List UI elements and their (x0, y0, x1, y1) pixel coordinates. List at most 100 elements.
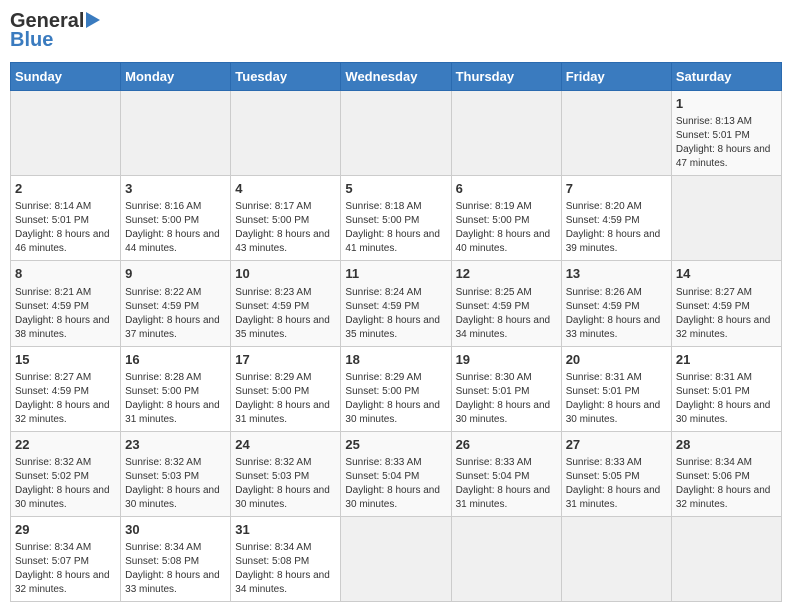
daylight-text: Daylight: 8 hours and 30 minutes. (125, 484, 226, 512)
calendar-cell: 30Sunrise: 8:34 AMSunset: 5:08 PMDayligh… (121, 516, 231, 601)
sunset-text: Sunset: 5:00 PM (125, 214, 226, 228)
logo-blue: Blue (10, 29, 53, 52)
header: General Blue (10, 10, 782, 52)
daylight-text: Daylight: 8 hours and 35 minutes. (345, 314, 446, 342)
daylight-text: Daylight: 8 hours and 47 minutes. (676, 143, 777, 171)
day-number: 6 (456, 180, 557, 198)
daylight-text: Daylight: 8 hours and 37 minutes. (125, 314, 226, 342)
calendar-cell: 28Sunrise: 8:34 AMSunset: 5:06 PMDayligh… (671, 431, 781, 516)
daylight-text: Daylight: 8 hours and 40 minutes. (456, 228, 557, 256)
sunset-text: Sunset: 4:59 PM (125, 300, 226, 314)
daylight-text: Daylight: 8 hours and 34 minutes. (456, 314, 557, 342)
sunrise-text: Sunrise: 8:31 AM (676, 371, 777, 385)
week-row-4: 22Sunrise: 8:32 AMSunset: 5:02 PMDayligh… (11, 431, 782, 516)
day-number: 30 (125, 521, 226, 539)
daylight-text: Daylight: 8 hours and 32 minutes. (676, 314, 777, 342)
sunrise-text: Sunrise: 8:22 AM (125, 286, 226, 300)
calendar-cell: 13Sunrise: 8:26 AMSunset: 4:59 PMDayligh… (561, 261, 671, 346)
logo: General Blue (10, 10, 100, 52)
sunset-text: Sunset: 5:00 PM (345, 385, 446, 399)
logo-arrow-icon (86, 12, 100, 28)
day-number: 26 (456, 436, 557, 454)
daylight-text: Daylight: 8 hours and 30 minutes. (345, 484, 446, 512)
calendar-cell (341, 516, 451, 601)
sunrise-text: Sunrise: 8:23 AM (235, 286, 336, 300)
calendar-cell: 4Sunrise: 8:17 AMSunset: 5:00 PMDaylight… (231, 176, 341, 261)
daylight-text: Daylight: 8 hours and 46 minutes. (15, 228, 116, 256)
sunrise-text: Sunrise: 8:32 AM (235, 456, 336, 470)
sunset-text: Sunset: 5:01 PM (566, 385, 667, 399)
sunrise-text: Sunrise: 8:31 AM (566, 371, 667, 385)
calendar-cell: 6 Sunrise: 8:19 AMSunset: 5:00 PMDaylight… (451, 176, 561, 261)
sunset-text: Sunset: 5:04 PM (345, 470, 446, 484)
day-number: 3 (125, 180, 226, 198)
calendar-cell (671, 176, 781, 261)
day-number: 28 (676, 436, 777, 454)
sunrise-text: Sunrise: 8:32 AM (125, 456, 226, 470)
sunrise-text: Sunrise: 8:24 AM (345, 286, 446, 300)
day-number: 19 (456, 351, 557, 369)
calendar-cell (561, 516, 671, 601)
calendar-cell: 10Sunrise: 8:23 AMSunset: 4:59 PMDayligh… (231, 261, 341, 346)
calendar-cell (11, 91, 121, 176)
sunrise-text: Sunrise: 8:25 AM (456, 286, 557, 300)
calendar-cell: 14 Sunrise: 8:27 AMSunset: 4:59 PMDayligh… (671, 261, 781, 346)
sunset-text: Sunset: 5:01 PM (676, 385, 777, 399)
sunrise-text: Sunrise: 8:13 AM (676, 115, 777, 129)
calendar-cell: 20Sunrise: 8:31 AMSunset: 5:01 PMDayligh… (561, 346, 671, 431)
sunrise-text: Sunrise: 8:27 AM (15, 371, 116, 385)
calendar-cell: 15Sunrise: 8:27 AMSunset: 4:59 PMDayligh… (11, 346, 121, 431)
calendar-cell: 1Sunrise: 8:13 AMSunset: 5:01 PMDaylight… (671, 91, 781, 176)
sunrise-text: Sunrise: 8:21 AM (15, 286, 116, 300)
day-number: 14 (676, 265, 777, 283)
col-header-wednesday: Wednesday (341, 63, 451, 91)
week-row-5: 29 Sunrise: 8:34 AMSunset: 5:07 PM Dayligh… (11, 516, 782, 601)
day-number: 29 (15, 521, 116, 539)
calendar-cell (341, 91, 451, 176)
day-number: 8 (15, 265, 116, 283)
col-header-friday: Friday (561, 63, 671, 91)
sunset-text: Sunset: 4:59 PM (345, 300, 446, 314)
day-number: 1 (676, 95, 777, 113)
day-number: 27 (566, 436, 667, 454)
sunset-text: Sunset: 4:59 PM (566, 300, 667, 314)
sunset-text: Sunset: 5:06 PM (676, 470, 777, 484)
sunset-text: Sunset: 4:59 PM (676, 300, 777, 314)
calendar-cell (561, 91, 671, 176)
day-number: 16 (125, 351, 226, 369)
sunset-text: Sunset: 4:59 PM (15, 300, 116, 314)
sunrise-text: Sunrise: 8:16 AM (125, 200, 226, 214)
daylight-text: Daylight: 8 hours and 31 minutes. (125, 399, 226, 427)
sunrise-text: Sunrise: 8:34 AM (676, 456, 777, 470)
daylight-text: Daylight: 8 hours and 33 minutes. (566, 314, 667, 342)
sunset-text: Sunset: 5:00 PM (456, 214, 557, 228)
calendar-cell: 19Sunrise: 8:30 AMSunset: 5:01 PMDayligh… (451, 346, 561, 431)
day-number: 22 (15, 436, 116, 454)
calendar-cell (451, 516, 561, 601)
sunrise-text: Sunrise: 8:32 AM (15, 456, 116, 470)
sunset-text: Sunset: 4:59 PM (456, 300, 557, 314)
calendar-cell: 25Sunrise: 8:33 AMSunset: 5:04 PMDayligh… (341, 431, 451, 516)
sunset-text: Sunset: 5:02 PM (15, 470, 116, 484)
sunset-text: Sunset: 5:00 PM (235, 214, 336, 228)
sunset-text: Sunset: 4:59 PM (566, 214, 667, 228)
calendar-cell (451, 91, 561, 176)
daylight-text: Daylight: 8 hours and 38 minutes. (15, 314, 116, 342)
sunrise-text: Sunrise: 8:34 AM (15, 541, 116, 555)
day-number: 9 (125, 265, 226, 283)
header-row: SundayMondayTuesdayWednesdayThursdayFrid… (11, 63, 782, 91)
calendar-cell: 29Sunrise: 8:34 AMSunset: 5:07 PMDayligh… (11, 516, 121, 601)
sunrise-text: Sunrise: 8:19 AM (456, 200, 557, 214)
week-row-1: 2Sunrise: 8:14 AMSunset: 5:01 PMDaylight… (11, 176, 782, 261)
daylight-text: Daylight: 8 hours and 30 minutes. (235, 484, 336, 512)
calendar-cell: 17Sunrise: 8:29 AMSunset: 5:00 PMDayligh… (231, 346, 341, 431)
col-header-tuesday: Tuesday (231, 63, 341, 91)
daylight-text: Daylight: 8 hours and 43 minutes. (235, 228, 336, 256)
daylight-text: Daylight: 8 hours and 33 minutes. (125, 569, 226, 597)
day-number: 21 (676, 351, 777, 369)
sunset-text: Sunset: 5:07 PM (15, 555, 116, 569)
calendar-cell: 8 Sunrise: 8:21 AMSunset: 4:59 PMDaylight… (11, 261, 121, 346)
calendar-cell: 11Sunrise: 8:24 AMSunset: 4:59 PMDayligh… (341, 261, 451, 346)
day-number: 13 (566, 265, 667, 283)
sunrise-text: Sunrise: 8:27 AM (676, 286, 777, 300)
